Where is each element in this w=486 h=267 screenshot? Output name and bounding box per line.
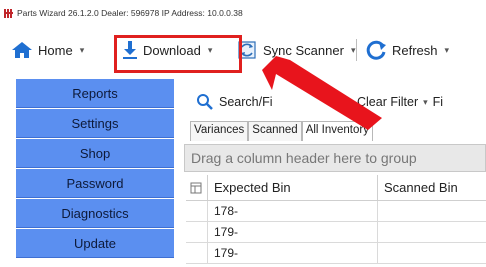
chevron-down-icon: ▾ (350, 44, 356, 55)
search-filter-button[interactable]: Search/Fi (196, 87, 273, 117)
grid-tabs: Variances Scanned All Inventory (190, 121, 373, 141)
inventory-grid: Expected Bin Scanned Bin 178- 179- 179- (186, 175, 486, 264)
refresh-label: Refresh (392, 42, 438, 58)
sidebar-item-settings[interactable]: Settings (16, 109, 174, 138)
tab-variances[interactable]: Variances (190, 121, 249, 141)
scanned-bin-cell (378, 243, 486, 263)
sidebar-item-diagnostics[interactable]: Diagnostics (16, 199, 174, 228)
table-row[interactable]: 179- (186, 222, 486, 243)
refresh-button[interactable]: Refresh ▾ (365, 27, 449, 73)
column-chooser-icon[interactable] (186, 175, 208, 200)
row-indicator (186, 222, 208, 242)
home-label: Home (38, 42, 73, 58)
clear-filter-label: Clear Filter (357, 95, 419, 109)
table-row[interactable]: 179- (186, 243, 486, 264)
sidebar-item-update[interactable]: Update (16, 229, 174, 258)
column-header-expected-bin[interactable]: Expected Bin (208, 175, 378, 200)
home-button[interactable]: Home ▾ (11, 27, 84, 73)
download-highlight-box (114, 35, 242, 73)
row-indicator (186, 201, 208, 221)
clear-filter-button[interactable]: Clear Filter ▾ Fi (332, 87, 443, 117)
table-row[interactable]: 178- (186, 201, 486, 222)
toolbar: Home ▾ Download ▾ Sync Scanner ▾ Refresh… (0, 27, 486, 73)
sync-scanner-label: Sync Scanner (263, 42, 344, 58)
app-logo-icon (4, 8, 13, 18)
sidebar-item-password[interactable]: Password (16, 169, 174, 198)
toolbar-divider (356, 39, 357, 61)
search-filter-label: Search/Fi (219, 95, 273, 109)
home-icon (12, 42, 32, 58)
window-title: Parts Wizard 26.1.2.0 Dealer: 596978 IP … (17, 8, 243, 18)
tab-scanned[interactable]: Scanned (248, 121, 302, 141)
scanned-bin-cell (378, 201, 486, 221)
column-header-scanned-bin[interactable]: Scanned Bin (378, 175, 486, 200)
sidebar: Reports Settings Shop Password Diagnosti… (16, 79, 174, 267)
search-toolbar: Search/Fi Clear Filter ▾ Fi (176, 87, 486, 117)
clear-filter-icon (333, 95, 351, 109)
sidebar-item-reports[interactable]: Reports (16, 79, 174, 108)
chevron-down-icon: ▾ (444, 44, 450, 55)
sync-scanner-button[interactable]: Sync Scanner ▾ (236, 27, 355, 73)
group-by-panel[interactable]: Drag a column header here to group (184, 144, 486, 172)
expected-bin-cell: 178- (208, 201, 378, 221)
filter-label: Fi (432, 95, 444, 109)
search-icon (197, 94, 213, 110)
tab-all-inventory[interactable]: All Inventory (301, 121, 373, 141)
scanned-bin-cell (378, 222, 486, 242)
chevron-down-icon: ▾ (423, 96, 428, 107)
row-indicator (186, 243, 208, 263)
sidebar-item-shop[interactable]: Shop (16, 139, 174, 168)
grid-header: Expected Bin Scanned Bin (186, 175, 486, 201)
main-panel: Search/Fi Clear Filter ▾ Fi Variances Sc… (176, 79, 486, 267)
window-titlebar: Parts Wizard 26.1.2.0 Dealer: 596978 IP … (0, 0, 486, 26)
expected-bin-cell: 179- (208, 222, 378, 242)
chevron-down-icon: ▾ (79, 44, 85, 55)
expected-bin-cell: 179- (208, 243, 378, 263)
refresh-icon (366, 40, 386, 60)
